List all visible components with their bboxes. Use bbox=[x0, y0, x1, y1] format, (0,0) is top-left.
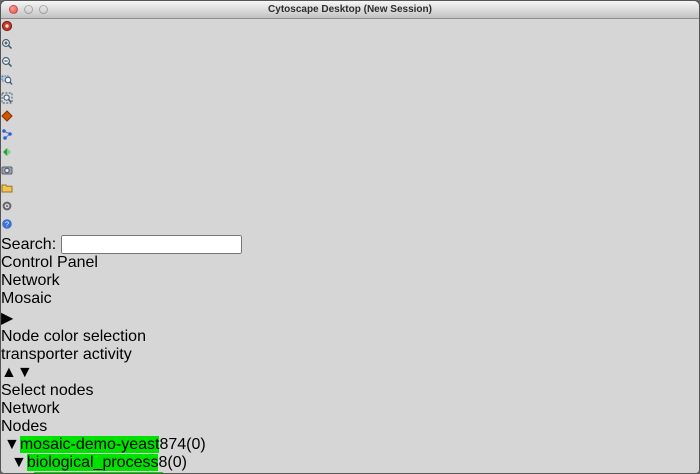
node-color-select[interactable]: transporter activity ▲▼ bbox=[1, 346, 699, 382]
camera-icon bbox=[1, 164, 13, 176]
mosaic-panel: Node color selection transporter activit… bbox=[1, 328, 699, 474]
node-color-selection-label: Node color selection bbox=[1, 328, 699, 346]
network-tree: ▼mosaic-demo-yeast874(0)▼biological_proc… bbox=[1, 436, 699, 474]
search-label: Search: bbox=[1, 236, 56, 253]
close-button[interactable] bbox=[9, 5, 18, 14]
tree-row[interactable]: ▼mosaic-demo-yeast874(0) bbox=[1, 436, 699, 454]
snapshot-button[interactable] bbox=[1, 163, 699, 181]
overview-icon bbox=[1, 20, 13, 32]
overview-button[interactable] bbox=[1, 19, 699, 37]
tree-label: mosaic-demo-yeast bbox=[20, 436, 160, 453]
zoom-out-icon bbox=[1, 56, 13, 68]
graphics-details-button[interactable] bbox=[1, 109, 699, 127]
tab-scroll-right-button[interactable]: ▶ bbox=[1, 308, 699, 328]
tab-network[interactable]: Network bbox=[1, 272, 699, 290]
tree-label: biological_process bbox=[27, 454, 159, 471]
combo-dropdown-icon[interactable]: ▲▼ bbox=[1, 364, 699, 382]
gear-icon bbox=[1, 200, 13, 212]
zoom-fit-button[interactable] bbox=[1, 91, 699, 109]
zoom-in-icon bbox=[1, 38, 13, 50]
tree-count: 874(0) bbox=[159, 436, 205, 453]
zoom-selected-button[interactable] bbox=[1, 73, 699, 91]
network-view-button[interactable] bbox=[1, 127, 699, 145]
layout-button[interactable] bbox=[1, 145, 699, 163]
tree-header: Network Nodes bbox=[1, 400, 699, 436]
select-nodes-label: Select nodes bbox=[1, 382, 699, 400]
control-panel-title: Control Panel bbox=[1, 254, 98, 271]
svg-text:?: ? bbox=[5, 220, 9, 229]
network-view-icon bbox=[1, 128, 13, 140]
zoom-fit-icon bbox=[1, 92, 13, 104]
select-nodes-row[interactable]: Select nodes bbox=[1, 382, 699, 400]
tree-expander-icon[interactable]: ▼ bbox=[4, 436, 20, 453]
tree-header-nodes[interactable]: Nodes bbox=[1, 418, 699, 436]
import-button[interactable] bbox=[1, 181, 699, 199]
folder-icon bbox=[1, 182, 13, 194]
main-toolbar: ? Search: bbox=[1, 19, 699, 254]
search-input[interactable] bbox=[61, 235, 242, 254]
tab-mosaic[interactable]: Mosaic bbox=[1, 290, 699, 308]
settings-button[interactable] bbox=[1, 199, 699, 217]
node-color-select-value: transporter activity bbox=[1, 346, 699, 364]
tree-count: 8(0) bbox=[158, 454, 186, 471]
control-panel-tabs: Network Mosaic ▶ bbox=[1, 272, 699, 328]
window-titlebar: Cytoscape Desktop (New Session) bbox=[1, 1, 699, 19]
cytoscape-window: Cytoscape Desktop (New Session) ? Search… bbox=[0, 0, 700, 474]
zoom-selected-icon bbox=[1, 74, 13, 86]
control-panel-titlebar: Control Panel bbox=[1, 254, 699, 272]
graphics-details-icon bbox=[1, 110, 13, 122]
window-title: Cytoscape Desktop (New Session) bbox=[1, 1, 699, 18]
zoom-out-button[interactable] bbox=[1, 55, 699, 73]
help-icon: ? bbox=[1, 218, 13, 230]
layout-icon bbox=[1, 146, 13, 158]
help-button[interactable]: ? bbox=[1, 217, 699, 235]
zoom-in-button[interactable] bbox=[1, 37, 699, 55]
tree-row[interactable]: ▼biological_process8(0) bbox=[1, 454, 699, 472]
tree-expander-icon[interactable]: ▼ bbox=[11, 454, 27, 471]
tree-header-network[interactable]: Network bbox=[1, 400, 699, 418]
zoom-window-button[interactable] bbox=[39, 5, 48, 14]
control-panel: Control Panel Network Mosaic ▶ Node colo… bbox=[1, 254, 699, 474]
minimize-button[interactable] bbox=[24, 5, 33, 14]
